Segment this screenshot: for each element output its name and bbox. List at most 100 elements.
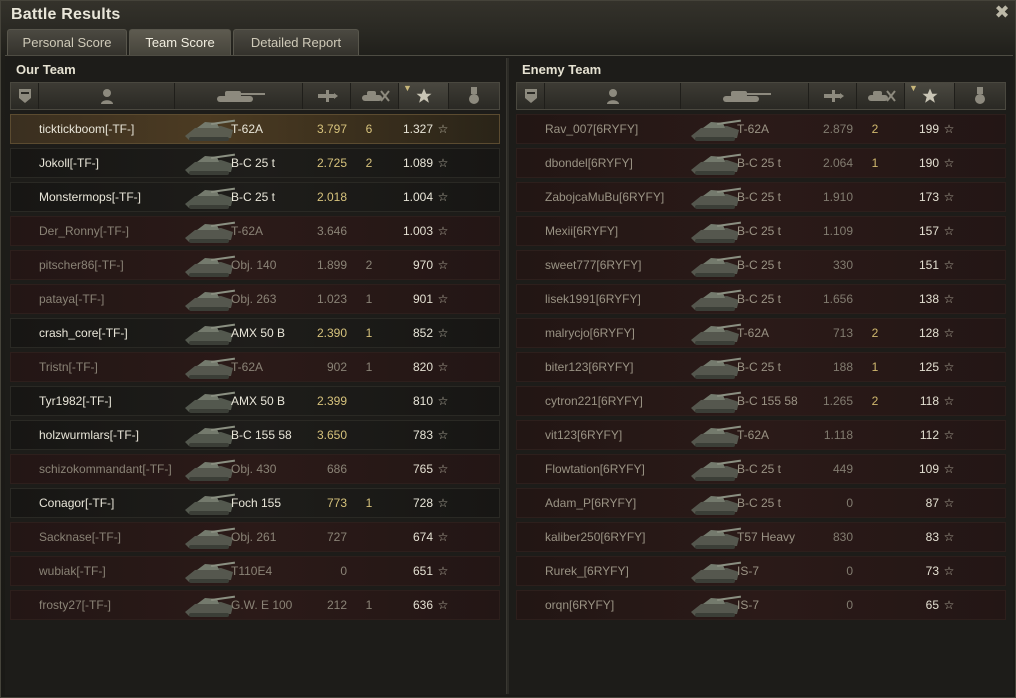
player-name[interactable]: malrycjo[6RYFY] xyxy=(545,319,695,347)
player-name[interactable]: Conagor[-TF-] xyxy=(39,489,189,517)
player-name[interactable]: lisek1991[6RYFY] xyxy=(545,285,695,313)
table-row[interactable]: Der_Ronny[-TF-] T-62A 3.646 1.003 ☆ xyxy=(10,216,500,246)
damage-value: 773 xyxy=(326,496,347,510)
table-row[interactable]: biter123[6RYFY] B-C 25 t 188 1 125 ☆ xyxy=(516,352,1006,382)
kills-value: 1 xyxy=(365,496,373,510)
player-name[interactable]: kaliber250[6RYFY] xyxy=(545,523,695,551)
table-row[interactable]: pitscher86[-TF-] Obj. 140 1.899 2 970 ☆ xyxy=(10,250,500,280)
table-row[interactable]: Flowtation[6RYFY] B-C 25 t 449 109 ☆ xyxy=(516,454,1006,484)
table-row[interactable]: ZabojcaMuBu[6RYFY] B-C 25 t 1.910 173 ☆ xyxy=(516,182,1006,212)
player-name[interactable]: sweet777[6RYFY] xyxy=(545,251,695,279)
player-name[interactable]: wubiak[-TF-] xyxy=(39,557,189,585)
tab-team-score[interactable]: Team Score xyxy=(129,29,231,55)
player-name[interactable]: Rav_007[6RYFY] xyxy=(545,115,695,143)
player-name[interactable]: holzwurmlars[-TF-] xyxy=(39,421,189,449)
player-name[interactable]: frosty27[-TF-] xyxy=(39,591,189,619)
close-icon[interactable]: ✖ xyxy=(993,3,1011,21)
tank-name: B-C 155 58 xyxy=(737,394,798,408)
player-name[interactable]: Tyr1982[-TF-] xyxy=(39,387,189,415)
medal-icon[interactable] xyxy=(449,83,499,109)
tank-icon[interactable] xyxy=(681,83,809,109)
damage-icon[interactable] xyxy=(303,83,351,109)
table-row[interactable]: pataya[-TF-] Obj. 263 1.023 1 901 ☆ xyxy=(10,284,500,314)
player-name[interactable]: Monstermops[-TF-] xyxy=(39,183,189,211)
player-name[interactable]: Flowtation[6RYFY] xyxy=(545,455,695,483)
table-row[interactable]: sweet777[6RYFY] B-C 25 t 330 151 ☆ xyxy=(516,250,1006,280)
player-name[interactable]: Tristn[-TF-] xyxy=(39,353,189,381)
table-row[interactable]: Mexii[6RYFY] B-C 25 t 1.109 157 ☆ xyxy=(516,216,1006,246)
table-row[interactable]: crash_core[-TF-] AMX 50 B 2.390 1 852 ☆ xyxy=(10,318,500,348)
tank-name: T-62A xyxy=(231,360,264,374)
table-row[interactable]: dbondel[6RYFY] B-C 25 t 2.064 1 190 ☆ xyxy=(516,148,1006,178)
kills-icon[interactable] xyxy=(857,83,905,109)
squad-icon[interactable] xyxy=(517,83,545,109)
xp-star-icon[interactable]: ▼ xyxy=(905,83,955,109)
kills-value: 2 xyxy=(871,394,879,408)
medal-icon[interactable] xyxy=(955,83,1005,109)
player-name[interactable]: biter123[6RYFY] xyxy=(545,353,695,381)
tank-icon[interactable] xyxy=(175,83,303,109)
table-row[interactable]: ticktickboom[-TF-] T-62A 3.797 6 1.327 ☆ xyxy=(10,114,500,144)
xp-star-icon: ☆ xyxy=(437,530,449,544)
player-name[interactable]: dbondel[6RYFY] xyxy=(545,149,695,177)
table-row[interactable]: holzwurmlars[-TF-] B-C 155 58 3.650 783 ☆ xyxy=(10,420,500,450)
player-name[interactable]: Jokoll[-TF-] xyxy=(39,149,189,177)
player-name[interactable]: pitscher86[-TF-] xyxy=(39,251,189,279)
player-name[interactable]: Mexii[6RYFY] xyxy=(545,217,695,245)
player-name[interactable]: schizokommandant[-TF-] xyxy=(39,455,189,483)
kills-value xyxy=(863,285,887,313)
player-name[interactable]: Der_Ronny[-TF-] xyxy=(39,217,189,245)
table-row[interactable]: Monstermops[-TF-] B-C 25 t 2.018 1.004 ☆ xyxy=(10,182,500,212)
player-name[interactable]: pataya[-TF-] xyxy=(39,285,189,313)
xp-value: 125 xyxy=(918,360,939,374)
table-row[interactable]: Jokoll[-TF-] B-C 25 t 2.725 2 1.089 ☆ xyxy=(10,148,500,178)
damage-value: 1.023 xyxy=(316,292,347,306)
player-name[interactable]: Adam_P[6RYFY] xyxy=(545,489,695,517)
player-icon[interactable] xyxy=(545,83,681,109)
squad-icon[interactable] xyxy=(11,83,39,109)
table-row[interactable]: Tristn[-TF-] T-62A 902 1 820 ☆ xyxy=(10,352,500,382)
tab-detailed-report[interactable]: Detailed Report xyxy=(233,29,359,55)
table-row[interactable]: wubiak[-TF-] T110E4 0 651 ☆ xyxy=(10,556,500,586)
table-row[interactable]: Rav_007[6RYFY] T-62A 2.879 2 199 ☆ xyxy=(516,114,1006,144)
player-name[interactable]: Rurek_[6RYFY] xyxy=(545,557,695,585)
kills-value: 2 xyxy=(365,156,373,170)
table-row[interactable]: Tyr1982[-TF-] AMX 50 B 2.399 810 ☆ xyxy=(10,386,500,416)
table-row[interactable]: Rurek_[6RYFY] IS-7 0 73 ☆ xyxy=(516,556,1006,586)
xp-value: 810 xyxy=(412,394,433,408)
player-name[interactable]: ZabojcaMuBu[6RYFY] xyxy=(545,183,695,211)
table-row[interactable]: vit123[6RYFY] T-62A 1.118 112 ☆ xyxy=(516,420,1006,450)
table-row[interactable]: cytron221[6RYFY] B-C 155 58 1.265 2 118 ☆ xyxy=(516,386,1006,416)
tank-name: Obj. 140 xyxy=(231,258,277,272)
player-name[interactable]: Sacknase[-TF-] xyxy=(39,523,189,551)
damage-icon[interactable] xyxy=(809,83,857,109)
table-row[interactable]: lisek1991[6RYFY] B-C 25 t 1.656 138 ☆ xyxy=(516,284,1006,314)
table-row[interactable]: Sacknase[-TF-] Obj. 261 727 674 ☆ xyxy=(10,522,500,552)
table-row[interactable]: orqn[6RYFY] IS-7 0 65 ☆ xyxy=(516,590,1006,620)
table-row[interactable]: malrycjo[6RYFY] T-62A 713 2 128 ☆ xyxy=(516,318,1006,348)
xp-star-icon[interactable]: ▼ xyxy=(399,83,449,109)
player-name[interactable]: vit123[6RYFY] xyxy=(545,421,695,449)
table-row[interactable]: Conagor[-TF-] Foch 155 773 1 728 ☆ xyxy=(10,488,500,518)
kills-value xyxy=(863,557,887,585)
table-row[interactable]: schizokommandant[-TF-] Obj. 430 686 765 ☆ xyxy=(10,454,500,484)
tab-personal-score[interactable]: Personal Score xyxy=(7,29,127,55)
player-name[interactable]: cytron221[6RYFY] xyxy=(545,387,695,415)
player-name[interactable]: crash_core[-TF-] xyxy=(39,319,189,347)
kills-value xyxy=(357,183,381,211)
damage-value: 1.656 xyxy=(822,292,853,306)
xp-star-icon: ☆ xyxy=(943,530,955,544)
player-icon[interactable] xyxy=(39,83,175,109)
table-row[interactable]: frosty27[-TF-] G.W. E 100 212 1 636 ☆ xyxy=(10,590,500,620)
tank-name: B-C 25 t xyxy=(737,190,782,204)
player-name[interactable]: ticktickboom[-TF-] xyxy=(39,115,189,143)
kills-icon[interactable] xyxy=(351,83,399,109)
table-row[interactable]: Adam_P[6RYFY] B-C 25 t 0 87 ☆ xyxy=(516,488,1006,518)
player-name[interactable]: orqn[6RYFY] xyxy=(545,591,695,619)
kills-value xyxy=(357,217,381,245)
xp-star-icon: ☆ xyxy=(437,598,449,612)
damage-value: 902 xyxy=(326,360,347,374)
title-bar[interactable]: Battle Results ✖ xyxy=(1,1,1016,29)
table-row[interactable]: kaliber250[6RYFY] T57 Heavy 830 83 ☆ xyxy=(516,522,1006,552)
xp-value: 728 xyxy=(412,496,433,510)
